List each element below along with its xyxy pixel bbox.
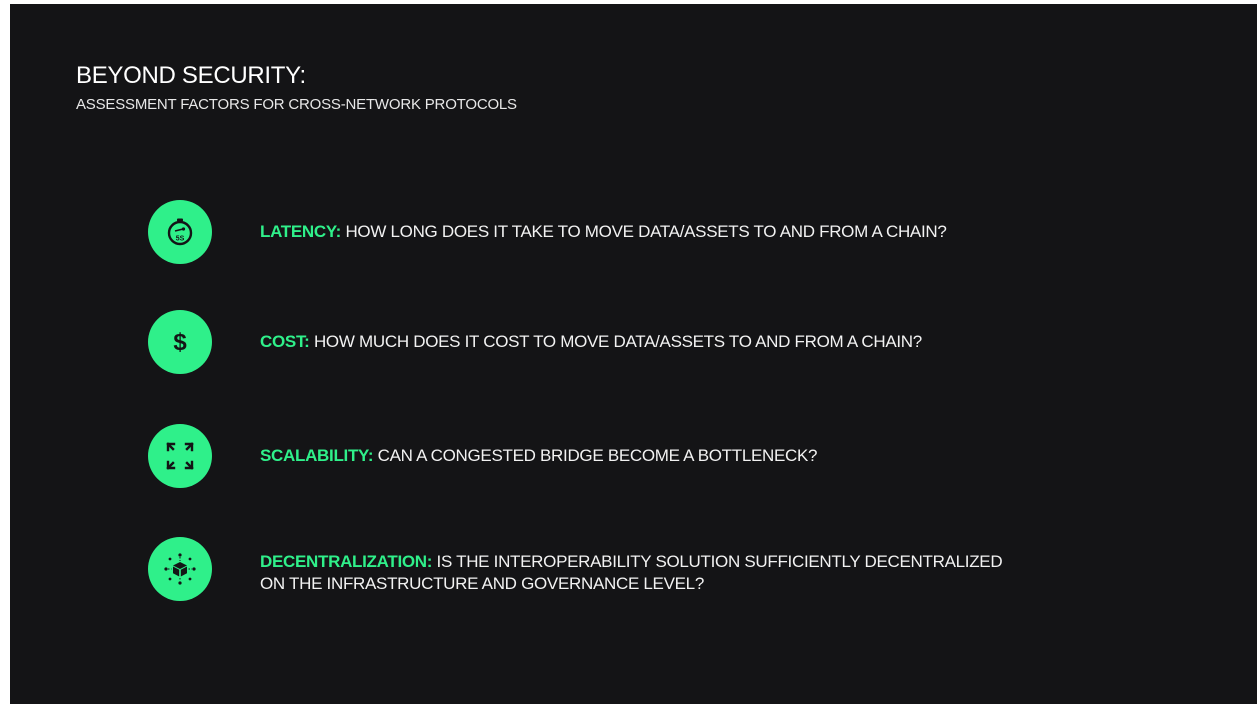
factor-label: LATENCY: <box>260 222 342 241</box>
expand-arrows-icon <box>148 424 212 488</box>
dollar-glyph: $ <box>173 329 187 356</box>
factor-label: SCALABILITY: <box>260 446 374 465</box>
slide: BEYOND SECURITY: ASSESSMENT FACTORS FOR … <box>10 4 1257 704</box>
factor-label: COST: <box>260 332 310 351</box>
page-title: BEYOND SECURITY: <box>76 62 306 89</box>
network-cube-icon <box>148 537 212 601</box>
factor-description: HOW LONG DOES IT TAKE TO MOVE DATA/ASSET… <box>341 222 947 241</box>
factor-label: DECENTRALIZATION: <box>260 552 433 571</box>
factor-scalability-text: SCALABILITY: CAN A CONGESTED BRIDGE BECO… <box>260 445 818 467</box>
factor-description: CAN A CONGESTED BRIDGE BECOME A BOTTLENE… <box>373 446 818 465</box>
factor-decentralization-text: DECENTRALIZATION: IS THE INTEROPERABILIT… <box>260 551 1003 595</box>
page-subtitle: ASSESSMENT FACTORS FOR CROSS-NETWORK PRO… <box>76 96 517 113</box>
factor-description-line2: ON THE INFRASTRUCTURE AND GOVERNANCE LEV… <box>260 574 704 593</box>
factor-description: IS THE INTEROPERABILITY SOLUTION SUFFICI… <box>432 552 1003 571</box>
factor-latency-text: LATENCY: HOW LONG DOES IT TAKE TO MOVE D… <box>260 221 947 243</box>
dollar-icon: $ <box>148 310 212 374</box>
factor-description: HOW MUCH DOES IT COST TO MOVE DATA/ASSET… <box>309 332 922 351</box>
stopwatch-icon: 5S <box>148 200 212 264</box>
factor-cost-text: COST: HOW MUCH DOES IT COST TO MOVE DATA… <box>260 331 922 353</box>
stopwatch-label: 5S <box>176 236 185 243</box>
